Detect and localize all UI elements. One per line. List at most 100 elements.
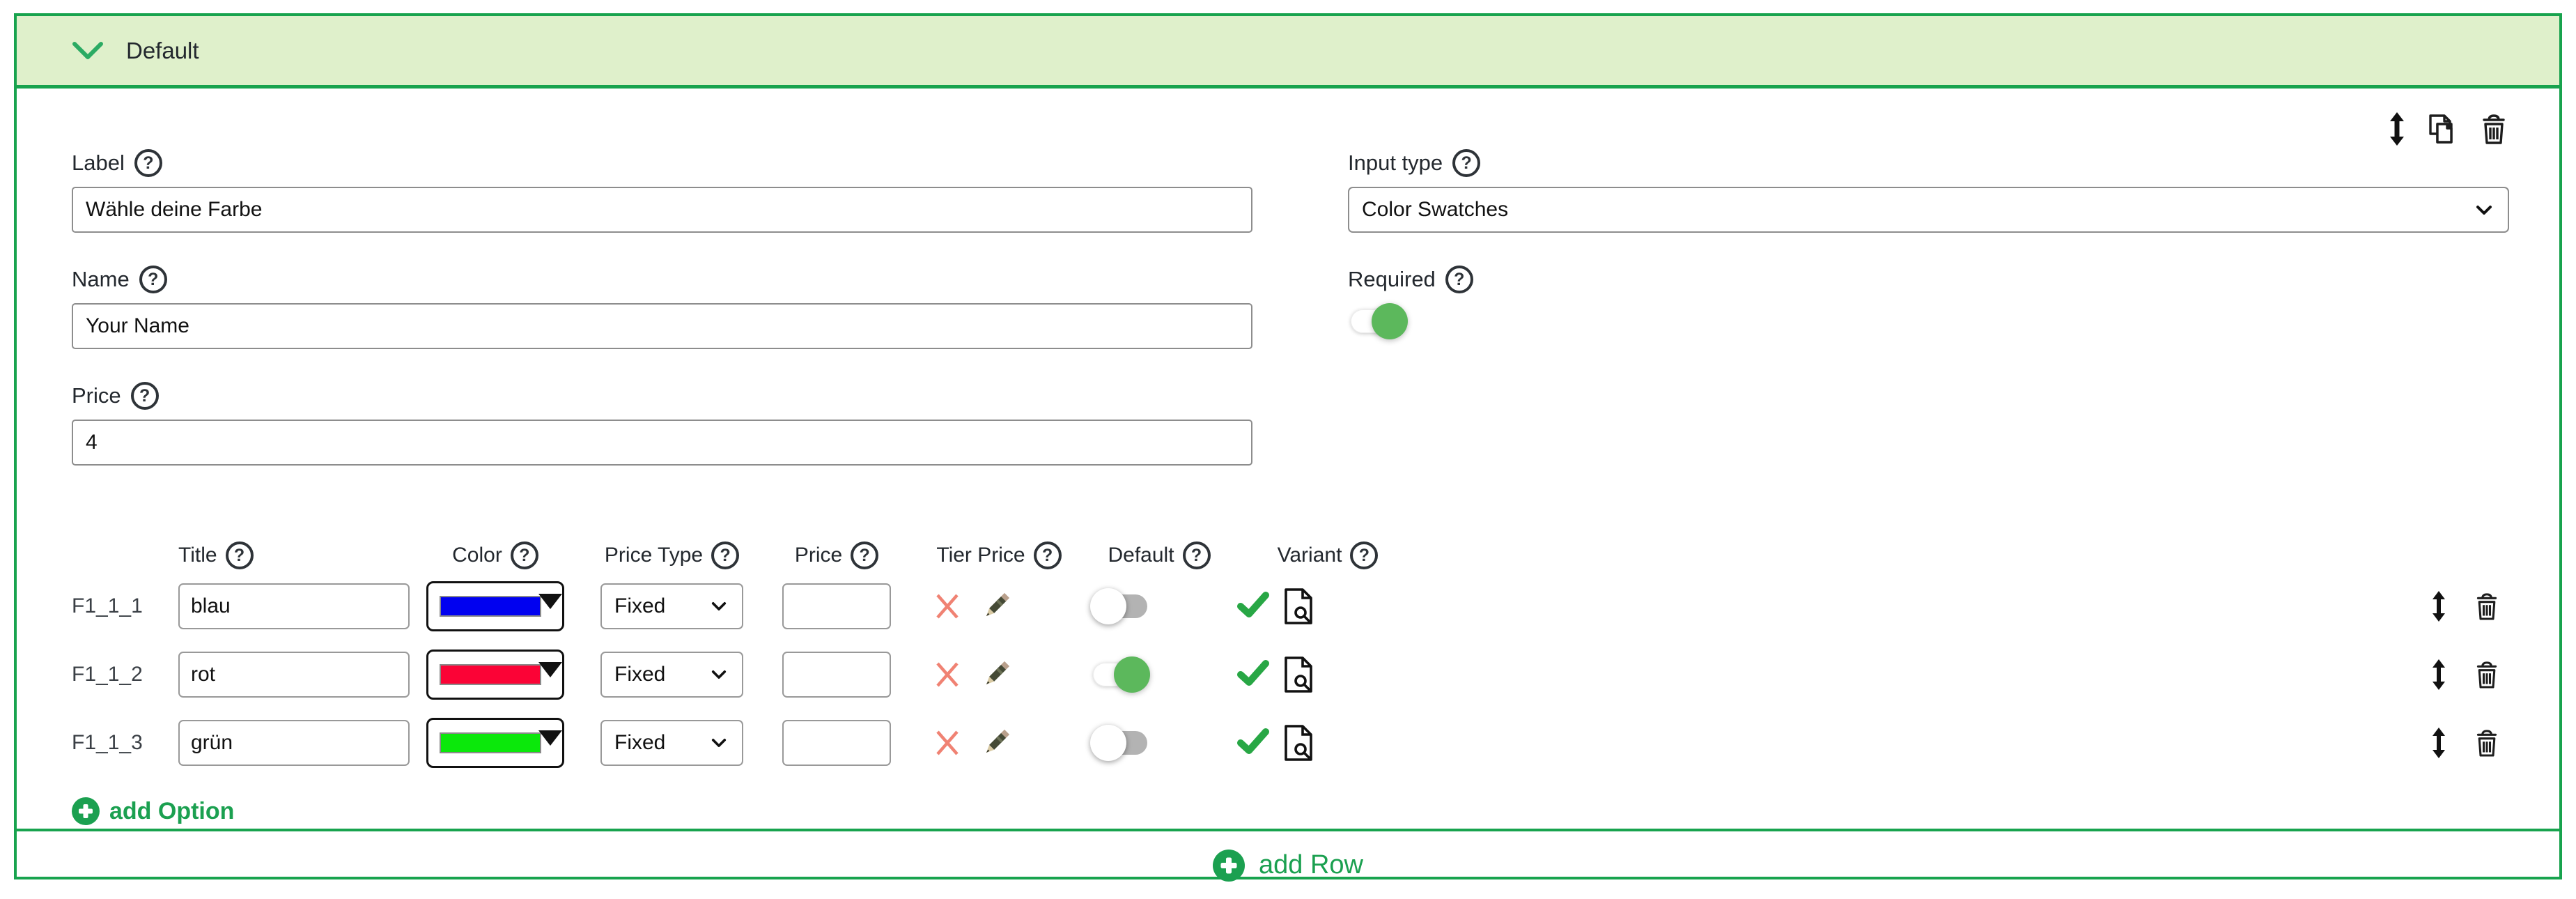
move-row-icon[interactable]	[2431, 591, 2446, 622]
name-help-icon[interactable]: ?	[139, 266, 167, 293]
required-toggle[interactable]	[1348, 303, 1405, 339]
input-type-selected-value: Color Swatches	[1362, 198, 2476, 222]
col-default-help-icon[interactable]: ?	[1183, 541, 1211, 569]
col-variant-help-icon[interactable]: ?	[1350, 541, 1378, 569]
option-price-input[interactable]	[782, 720, 891, 766]
color-swatch-button[interactable]	[426, 581, 564, 631]
input-type-help-icon[interactable]: ?	[1452, 149, 1480, 177]
required-field-label: Required	[1348, 267, 1436, 292]
plus-circle-icon	[72, 797, 100, 825]
option-row: F1_1_1 Fixed	[72, 581, 2509, 631]
dropdown-triangle-icon	[538, 662, 562, 677]
delete-group-icon[interactable]	[2480, 113, 2508, 145]
option-title-input[interactable]	[178, 583, 410, 629]
option-code: F1_1_1	[72, 594, 178, 618]
tier-price-edit-pencil-icon[interactable]	[980, 590, 1012, 622]
group-title: Default	[126, 38, 199, 64]
group-header[interactable]: Default	[17, 16, 2559, 89]
move-group-icon[interactable]	[2388, 112, 2406, 146]
col-title-help-icon[interactable]: ?	[226, 541, 254, 569]
price-type-select[interactable]: Fixed	[600, 652, 743, 698]
col-price-type-label: Price Type	[605, 544, 703, 567]
price-type-selected-value: Fixed	[614, 594, 711, 618]
label-field-label: Label	[72, 151, 125, 176]
label-help-icon[interactable]: ?	[134, 149, 162, 177]
option-price-input[interactable]	[782, 652, 891, 698]
price-help-icon[interactable]: ?	[131, 382, 159, 410]
price-type-select[interactable]: Fixed	[600, 583, 743, 629]
add-option-button[interactable]: add Option	[72, 797, 234, 825]
color-swatch-button[interactable]	[426, 718, 564, 768]
color-swatch-button[interactable]	[426, 650, 564, 700]
variant-check-icon	[1237, 591, 1269, 622]
col-tier-price-label: Tier Price	[936, 544, 1025, 567]
chevron-down-icon	[711, 738, 727, 748]
tier-price-remove-icon[interactable]	[933, 727, 962, 759]
price-input[interactable]	[72, 420, 1252, 466]
chevron-down-icon	[711, 670, 727, 679]
label-input[interactable]	[72, 187, 1252, 233]
toggle-knob	[1114, 656, 1150, 693]
required-help-icon[interactable]: ?	[1445, 266, 1473, 293]
col-price-type-help-icon[interactable]: ?	[711, 541, 739, 569]
option-title-input[interactable]	[178, 652, 410, 698]
default-toggle[interactable]	[1090, 725, 1147, 761]
col-default-label: Default	[1108, 544, 1174, 567]
option-settings-form: Label ? Name ? Price ?	[72, 89, 2509, 498]
col-color-help-icon[interactable]: ?	[511, 541, 538, 569]
variant-preview-icon[interactable]	[1282, 587, 1314, 625]
option-code: F1_1_3	[72, 731, 178, 755]
move-row-icon[interactable]	[2431, 728, 2446, 758]
price-type-selected-value: Fixed	[614, 663, 711, 686]
name-input[interactable]	[72, 303, 1252, 349]
option-group-panel: Default	[14, 13, 2562, 879]
chevron-down-icon[interactable]	[72, 41, 104, 61]
input-type-field-label: Input type	[1348, 151, 1443, 176]
option-title-input[interactable]	[178, 720, 410, 766]
toggle-knob	[1090, 588, 1126, 624]
move-row-icon[interactable]	[2431, 659, 2446, 690]
input-type-select[interactable]: Color Swatches	[1348, 187, 2509, 233]
price-type-select[interactable]: Fixed	[600, 720, 743, 766]
color-swatch	[440, 596, 541, 617]
variant-check-icon	[1237, 728, 1269, 759]
color-swatch	[440, 664, 541, 685]
label-field-group: Label ?	[72, 148, 1252, 233]
col-title-label: Title	[178, 544, 217, 567]
tier-price-remove-icon[interactable]	[933, 590, 962, 622]
options-table: Title ? Color ? Price Type ? Price ? Tie…	[72, 538, 2509, 829]
col-price-help-icon[interactable]: ?	[851, 541, 878, 569]
tier-price-remove-icon[interactable]	[933, 659, 962, 691]
group-toolbar	[2388, 112, 2508, 146]
col-tier-price-help-icon[interactable]: ?	[1034, 541, 1062, 569]
add-row-button[interactable]: add Row	[1213, 850, 1363, 882]
delete-row-icon[interactable]	[2474, 592, 2499, 621]
variant-preview-icon[interactable]	[1282, 724, 1314, 762]
dropdown-triangle-icon	[538, 730, 562, 746]
delete-row-icon[interactable]	[2474, 660, 2499, 689]
variant-preview-icon[interactable]	[1282, 656, 1314, 693]
toggle-knob	[1090, 725, 1126, 761]
color-swatch	[440, 732, 541, 753]
delete-row-icon[interactable]	[2474, 728, 2499, 758]
tier-price-edit-pencil-icon[interactable]	[980, 727, 1012, 759]
duplicate-group-icon[interactable]	[2427, 113, 2459, 145]
name-field-label: Name	[72, 267, 130, 292]
options-table-header: Title ? Color ? Price Type ? Price ? Tie…	[72, 538, 2509, 573]
default-toggle[interactable]	[1090, 588, 1147, 624]
option-code: F1_1_2	[72, 663, 178, 686]
variant-check-icon	[1237, 659, 1269, 691]
tier-price-edit-pencil-icon[interactable]	[980, 659, 1012, 691]
default-toggle[interactable]	[1090, 656, 1147, 693]
price-field-label: Price	[72, 383, 121, 408]
option-row: F1_1_2 Fixed	[72, 650, 2509, 700]
chevron-down-icon	[2476, 205, 2492, 215]
add-row-label: add Row	[1259, 850, 1363, 880]
dropdown-triangle-icon	[538, 594, 562, 609]
price-field-group: Price ?	[72, 381, 1252, 466]
col-color-label: Color	[452, 544, 502, 567]
plus-circle-icon	[1213, 850, 1245, 882]
option-price-input[interactable]	[782, 583, 891, 629]
option-row: F1_1_3 Fixed	[72, 718, 2509, 768]
toggle-knob	[1372, 303, 1408, 339]
